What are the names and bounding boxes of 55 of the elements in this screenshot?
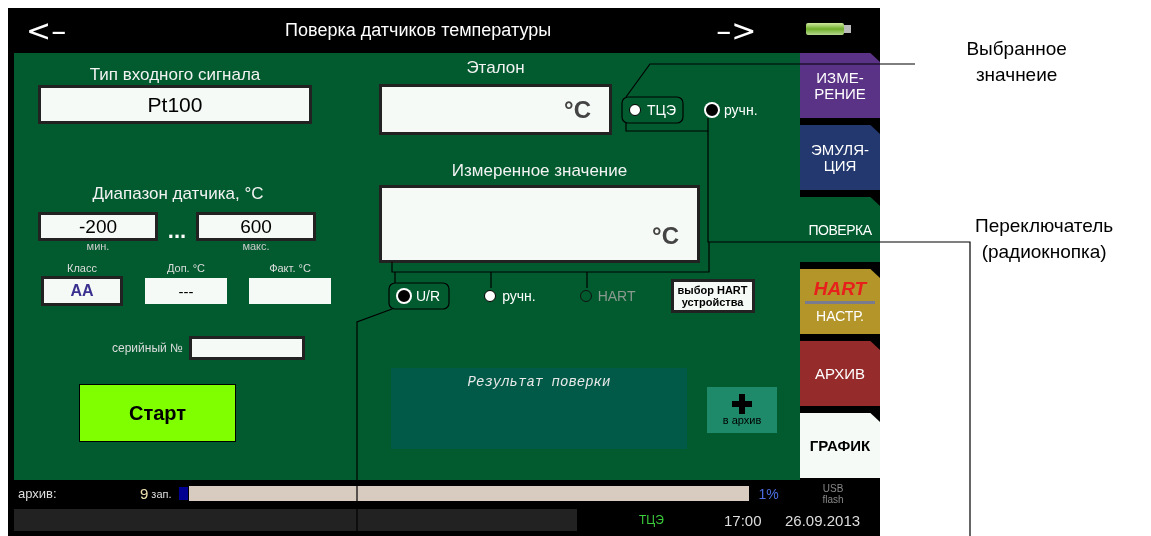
field-caption: мин. xyxy=(86,241,110,252)
radio-icon[interactable] xyxy=(398,290,410,302)
measured-value-field: °C xyxy=(379,185,700,263)
callout-frame xyxy=(388,282,450,310)
range-field[interactable]: 600 xyxy=(196,212,316,241)
field-label: Класс xyxy=(67,262,97,274)
count-unit: зап. xyxy=(151,487,172,500)
plus-icon xyxy=(732,394,752,414)
radio-button[interactable]: ручн. xyxy=(478,285,542,307)
reference-field: °C xyxy=(379,84,612,135)
hart-device-button[interactable]: выбор HART устройства xyxy=(670,279,755,313)
forward-button[interactable]: –> xyxy=(712,15,761,46)
radio-icon[interactable] xyxy=(484,290,497,302)
progress-percent: 1% xyxy=(758,485,780,502)
record-count: 9 xyxy=(140,485,149,502)
tab[interactable]: АРХИВ xyxy=(800,341,880,406)
ellipsis-text: ... xyxy=(166,218,188,244)
field-caption: макс. xyxy=(242,241,270,252)
radio-icon[interactable] xyxy=(629,103,641,116)
radio-button[interactable]: ручн. xyxy=(698,98,764,121)
field-label: Эталон xyxy=(465,58,526,78)
archive-label: архив: xyxy=(18,486,58,501)
range-field[interactable]: -200 xyxy=(38,212,158,241)
radio-button[interactable]: U/R xyxy=(390,285,447,307)
date-text: 26.09.2013 xyxy=(785,511,861,529)
value-field[interactable]: AA xyxy=(41,276,123,306)
tab[interactable]: ПОВЕРКА xyxy=(800,197,880,262)
window-title: Поверка датчиков температуры xyxy=(284,20,553,41)
source-label: ТЦЭ xyxy=(639,513,665,527)
field-label: Диапазон датчика, °C xyxy=(91,184,265,204)
annotation-text: Переключатель (радиокнопка) xyxy=(975,214,1114,264)
value-field: --- xyxy=(145,278,227,304)
callout-frame xyxy=(621,96,684,124)
annotation-text: Выбранное значнеие xyxy=(965,37,1068,87)
add-to-archive-button[interactable]: в архив xyxy=(707,387,777,433)
time-text: 17:00 xyxy=(724,511,763,529)
storage-label: USB flash xyxy=(822,482,844,505)
result-label: Результат поверки xyxy=(467,374,611,392)
tab[interactable]: ГРАФИК xyxy=(800,413,880,478)
serial-number-field[interactable] xyxy=(188,336,305,360)
start-button[interactable]: Старт xyxy=(79,384,236,442)
tab[interactable]: ЭМУЛЯ- ЦИЯ xyxy=(800,125,880,190)
field-label: Факт. °C xyxy=(269,262,311,274)
field-label: Тип входного сигнала xyxy=(88,65,262,85)
radio-button[interactable]: ТЦЭ xyxy=(623,98,682,121)
radio-icon[interactable] xyxy=(706,103,718,116)
back-button[interactable]: <– xyxy=(22,15,71,46)
battery-icon xyxy=(806,21,853,36)
field-label: Доп. °C xyxy=(166,262,206,274)
field-label: Измеренное значение xyxy=(450,161,629,181)
tab[interactable]: ИЗМЕ- РЕНИЕ xyxy=(800,53,880,118)
input-signal-field[interactable]: Pt100 xyxy=(38,85,312,124)
hart-logo: HART xyxy=(805,279,875,304)
field-label: серийный № xyxy=(112,341,183,355)
tab-label: НАСТР. xyxy=(816,308,864,324)
